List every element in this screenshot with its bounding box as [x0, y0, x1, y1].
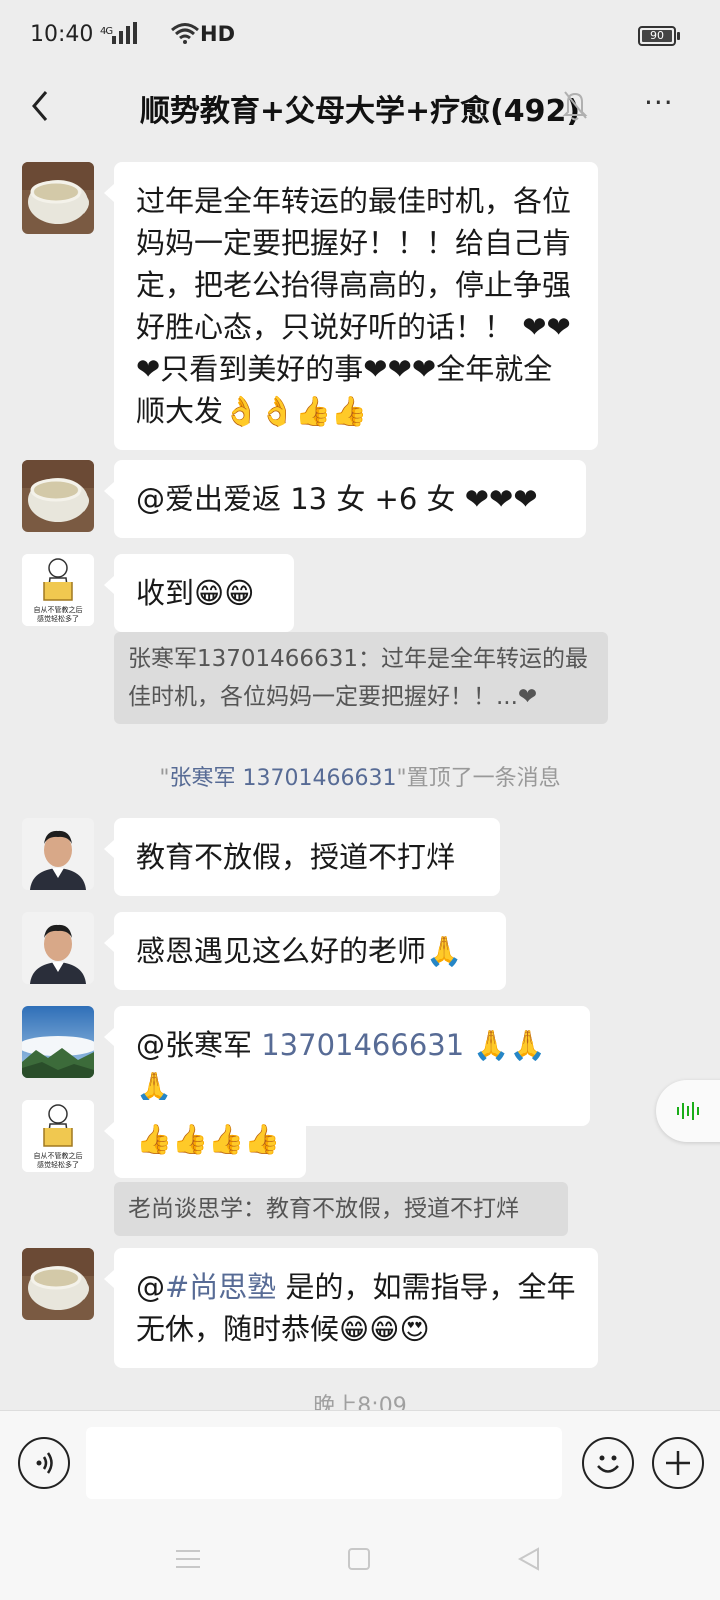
cartoon-chair-avatar[interactable]: 自从不管教之后 感觉轻松多了 — [22, 1100, 94, 1172]
svg-text:感觉轻松多了: 感觉轻松多了 — [37, 1160, 79, 1169]
svg-text:自从不管教之后: 自从不管教之后 — [34, 605, 83, 614]
bell-off-icon — [562, 91, 588, 121]
status-time: 10:40 — [30, 22, 94, 47]
chevron-left-icon[interactable] — [22, 86, 62, 126]
wifi-icon: HD — [170, 22, 235, 46]
battery-icon: 90 — [638, 26, 680, 46]
message-bubble[interactable]: 收到😁😁 — [104, 554, 294, 632]
emoji-icon[interactable] — [582, 1437, 634, 1489]
square-home-icon[interactable] — [346, 1546, 372, 1572]
wifi-label: HD — [200, 22, 236, 46]
man-portrait-avatar[interactable] — [22, 818, 94, 890]
menu-icon[interactable] — [174, 1546, 202, 1572]
message-input[interactable] — [86, 1427, 562, 1499]
voice-input-icon[interactable] — [18, 1437, 70, 1489]
pin-user-link[interactable]: 张寒军 13701466631 — [170, 766, 397, 791]
network-type: 4G — [100, 26, 113, 37]
message-bubble[interactable]: @#尚思塾 是的，如需指导，全年无休，随时恭候😁😁😍 — [104, 1248, 598, 1368]
tea-cup-avatar[interactable] — [22, 162, 94, 234]
system-navigation-bar — [0, 1530, 720, 1600]
plus-icon[interactable] — [652, 1437, 704, 1489]
more-horizontal-icon[interactable]: ··· — [644, 89, 674, 117]
tea-cup-avatar[interactable] — [22, 460, 94, 532]
message-bubble[interactable]: 过年是全年转运的最佳时机，各位妈妈一定要把握好！！！给自己肯定，把老公抬得高高的… — [104, 162, 598, 450]
tea-cup-avatar[interactable] — [22, 1248, 94, 1320]
message-bubble[interactable]: 教育不放假，授道不打烊 — [104, 818, 500, 896]
mention-link[interactable]: 13701466631 — [261, 1028, 464, 1062]
svg-text:感觉轻松多了: 感觉轻松多了 — [37, 614, 79, 623]
cartoon-chair-avatar[interactable]: 自从不管教之后 感觉轻松多了 — [22, 554, 94, 626]
battery-level: 90 — [642, 30, 672, 42]
waveform-icon — [677, 1102, 699, 1120]
signal-icon: 4G — [100, 22, 138, 48]
mention-link[interactable]: #尚思塾 — [165, 1270, 276, 1304]
message-bubble[interactable]: 👍👍👍👍 — [104, 1100, 306, 1178]
message-bubble[interactable]: @爱出爱返 13 女 +6 女 ❤❤❤ — [104, 460, 586, 538]
message-bubble[interactable]: 感恩遇见这么好的老师🙏 — [104, 912, 506, 990]
chat-title: 顺势教育+父母大学+疗愈(492) — [139, 94, 581, 129]
quoted-message[interactable]: 老尚谈思学：教育不放假，授道不打烊 — [114, 1182, 568, 1236]
input-bar — [0, 1410, 720, 1531]
man-portrait-avatar[interactable] — [22, 912, 94, 984]
landscape-avatar[interactable] — [22, 1006, 94, 1078]
svg-text:自从不管教之后: 自从不管教之后 — [34, 1151, 83, 1160]
triangle-back-icon[interactable] — [516, 1546, 542, 1572]
message-timestamp: 晚上8:09 — [313, 1394, 407, 1410]
status-bar: 10:40 4G HD 90 — [0, 0, 720, 72]
floating-voice-button[interactable] — [656, 1080, 720, 1142]
system-pin-notice: "张寒军 13701466631"置顶了一条消息 — [159, 766, 561, 791]
quoted-message[interactable]: 张寒军13701466631：过年是全年转运的最佳时机，各位妈妈一定要把握好！！… — [114, 632, 608, 724]
chat-header: 顺势教育+父母大学+疗愈(492) ··· — [0, 72, 720, 142]
